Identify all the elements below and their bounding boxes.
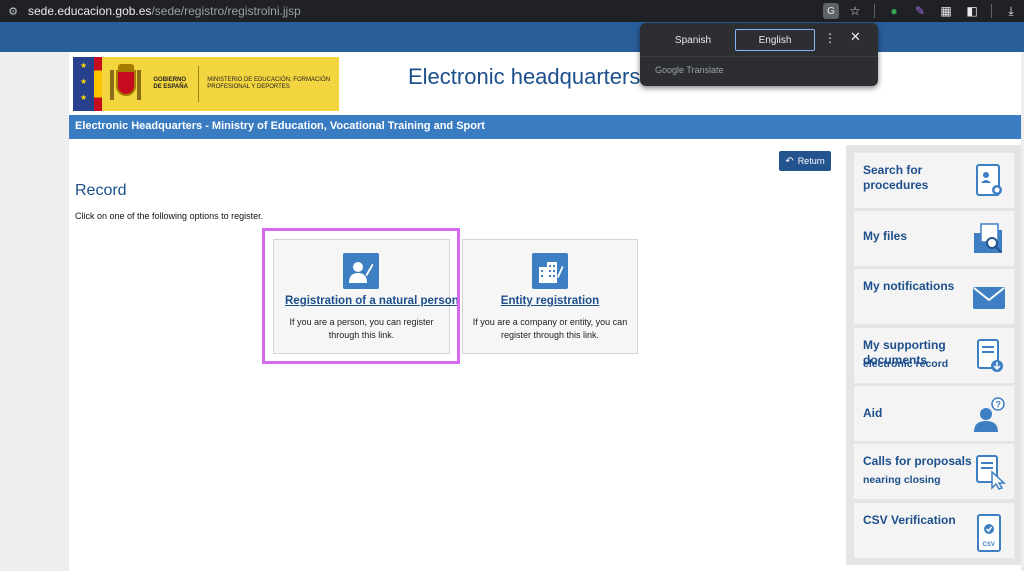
ministry-title: Electronic Headquarters - Ministry of Ed… <box>75 120 485 132</box>
translate-icon[interactable]: G <box>823 3 839 19</box>
sidebar-item-label: Search for procedures <box>863 163 929 192</box>
csv-document-icon: CSV <box>977 514 1001 552</box>
return-button[interactable]: ↶ Return <box>779 151 831 171</box>
eu-flag-icon: ★ ★ ★ <box>73 57 95 111</box>
ministry-text: MINISTERIO DE EDUCACIÓN, FORMACIÓN PROFE… <box>207 77 330 90</box>
page-description: Click on one of the following options to… <box>75 211 264 221</box>
extension-feather-icon[interactable]: ✎ <box>910 1 930 21</box>
sidebar-item-csv-verification[interactable]: CSV Verification CSV <box>854 503 1014 558</box>
url-host: sede.educacion.gob.es <box>28 4 152 18</box>
popup-divider <box>640 56 878 57</box>
sidebar-item-label: My files <box>863 229 908 243</box>
gov-text: GOBIERNO DE ESPAÑA <box>153 77 188 90</box>
toolbar-divider <box>874 4 875 18</box>
folder-search-icon <box>974 223 1002 253</box>
bookmark-star-icon[interactable]: ☆ <box>845 1 865 21</box>
return-arrow-icon: ↶ <box>785 155 794 167</box>
ministry-title-bar: Electronic Headquarters - Ministry of Ed… <box>69 115 1021 139</box>
site-title: Electronic headquarters <box>408 64 641 89</box>
more-options-icon[interactable]: ⋮ <box>824 31 836 45</box>
envelope-icon <box>973 287 1005 309</box>
page-title: Record <box>75 182 127 199</box>
download-icon[interactable]: ⤓ <box>1001 1 1021 21</box>
sidebar-item-label: CSV Verification <box>863 513 956 527</box>
return-label: Return <box>797 156 825 166</box>
language-option-spanish[interactable]: Spanish <box>648 29 738 51</box>
building-icon <box>532 253 568 289</box>
extension-gift-icon[interactable]: ▦ <box>936 1 956 21</box>
svg-text:?: ? <box>996 400 1002 410</box>
sidebar-item-my-supporting-documents[interactable]: My supporting documents electronic recor… <box>854 328 1014 383</box>
close-icon[interactable]: ✕ <box>850 29 861 45</box>
language-option-english[interactable]: English <box>735 29 815 51</box>
sidebar-item-label: Aid <box>863 406 883 420</box>
toolbar-divider <box>991 4 992 18</box>
translate-popup: Spanish English ⋮ ✕ Google Translate <box>640 23 878 86</box>
entity-registration-description: If you are a company or entity, you can … <box>472 317 628 340</box>
document-search-icon <box>976 164 1002 196</box>
entity-registration-link[interactable]: Entity registration <box>463 295 637 307</box>
extensions-puzzle-icon[interactable]: ◧ <box>962 1 982 21</box>
extension-check-icon[interactable]: ● <box>884 1 904 21</box>
sidebar-item-overlap: electronic record <box>863 358 949 370</box>
site-settings-icon[interactable]: ⚙ <box>6 4 20 18</box>
spain-flag-icon <box>94 57 103 111</box>
logo-divider <box>198 66 200 102</box>
sidebar-item-aid[interactable]: Aid ? <box>854 386 1014 441</box>
sidebar-item-label: My notifications <box>863 279 955 293</box>
browser-toolbar: ⚙ sede.educacion.gob.es/sede/registro/re… <box>0 0 1024 22</box>
url-path: /sede/registro/registrolni.jjsp <box>151 4 301 18</box>
document-download-icon <box>977 339 1003 372</box>
sidebar-item-search-procedures[interactable]: Search for procedures <box>854 153 1014 208</box>
google-translate-label: Google Translate <box>655 65 724 75</box>
coat-of-arms-icon <box>108 64 143 104</box>
help-person-icon: ? <box>974 397 1005 432</box>
sidebar-item-calls-for-proposals[interactable]: Calls for proposals nearing closing <box>854 444 1014 499</box>
address-bar[interactable]: sede.educacion.gob.es/sede/registro/regi… <box>28 4 301 18</box>
government-logo[interactable]: ★ ★ ★ GOBIERNO DE ESPAÑA MINISTERIO DE E… <box>73 57 339 111</box>
sidebar-item-sublabel: nearing closing <box>863 474 941 486</box>
svg-text:CSV: CSV <box>983 542 995 548</box>
selection-highlight <box>262 228 460 364</box>
sidebar-item-my-notifications[interactable]: My notifications <box>854 269 1014 324</box>
entity-registration-card[interactable]: Entity registration If you are a company… <box>462 239 638 354</box>
sidebar-item-my-files[interactable]: My files <box>854 211 1014 266</box>
document-click-icon <box>976 455 1006 490</box>
